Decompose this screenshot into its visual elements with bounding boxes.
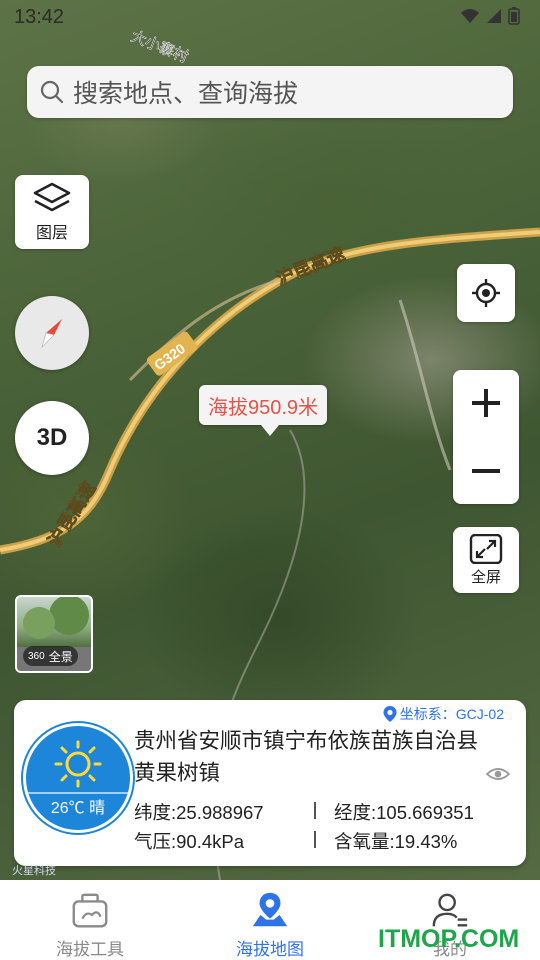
zoom-out-button[interactable] [453,438,519,504]
signal-icon [487,9,501,23]
compass-button[interactable] [15,296,89,370]
status-time: 13:42 [14,6,65,28]
search-placeholder: 搜索地点、查询海拔 [73,80,299,108]
minus-icon [472,469,500,473]
crosshair-icon [472,279,500,307]
wifi-icon [461,9,479,23]
fullscreen-button[interactable]: 全屏 [453,527,519,593]
map-provider-watermark: 火星科技 [12,865,56,877]
3d-toggle-button[interactable]: 3D [15,401,89,475]
panorama-button[interactable]: 360 全景 [15,595,93,673]
layers-button[interactable]: 图层 [15,175,89,249]
zoom-control [453,370,519,504]
panorama-badge: 360 全景 [23,646,78,666]
status-bar: 13:42 [0,0,540,34]
eye-icon[interactable] [486,766,510,782]
divider [314,802,316,819]
layers-icon [33,182,71,212]
weather-badge: 26℃ 晴 [23,723,133,833]
plus-icon [472,389,500,417]
temperature: 26℃ [50,800,85,817]
locate-button[interactable] [457,264,515,322]
location-info-card: 坐标系：GCJ-02 26℃ 晴 贵州省安顺市镇宁布依族苗族自治县黄果树镇 纬度… [14,700,526,866]
zoom-in-button[interactable] [453,370,519,436]
toolbox-icon [72,893,108,928]
tab-altitude-map[interactable]: 海拔地图 [180,880,360,960]
divider [314,831,316,848]
tab-altitude-tools[interactable]: 海拔工具 [0,880,180,960]
fullscreen-label: 全屏 [470,568,501,586]
latitude-text: 纬度:25.988967 [134,802,264,823]
coord-system-badge[interactable]: 坐标系：GCJ-02 [382,704,504,724]
pressure-text: 气压:90.4kPa [134,831,245,852]
fullscreen-icon [469,533,503,564]
expressway-label-lower: 沪昆高速 [44,478,100,550]
layers-label: 图层 [35,225,68,242]
battery-icon [508,7,520,25]
panorama-label: 全景 [48,649,73,664]
altitude-tag: 海拔950.9米 [199,385,328,425]
oxygen-text: 含氧量:19.43% [334,831,458,852]
address-text: 贵州省安顺市镇宁布依族苗族自治县黄果树镇 [134,729,479,785]
weather-condition: 晴 [89,800,106,817]
expressway-label: 沪昆高速 [273,243,348,289]
compass-icon [41,319,62,349]
360-badge: 360 [28,650,45,662]
altitude-pointer [261,425,279,436]
search-bar[interactable]: 搜索地点、查询海拔 [27,66,513,118]
tab-label: 海拔地图 [236,940,304,959]
location-pin-icon [383,706,397,722]
search-icon [40,80,64,104]
tab-label: 海拔工具 [56,940,124,959]
site-watermark: ITMOP.COM [378,925,520,953]
map-pin-icon [252,892,288,927]
3d-label: 3D [36,424,68,451]
coord-system-text: 坐标系：GCJ-02 [399,706,504,722]
longitude-text: 经度:105.669351 [334,802,474,823]
weather-text: 26℃ 晴 [26,794,130,818]
